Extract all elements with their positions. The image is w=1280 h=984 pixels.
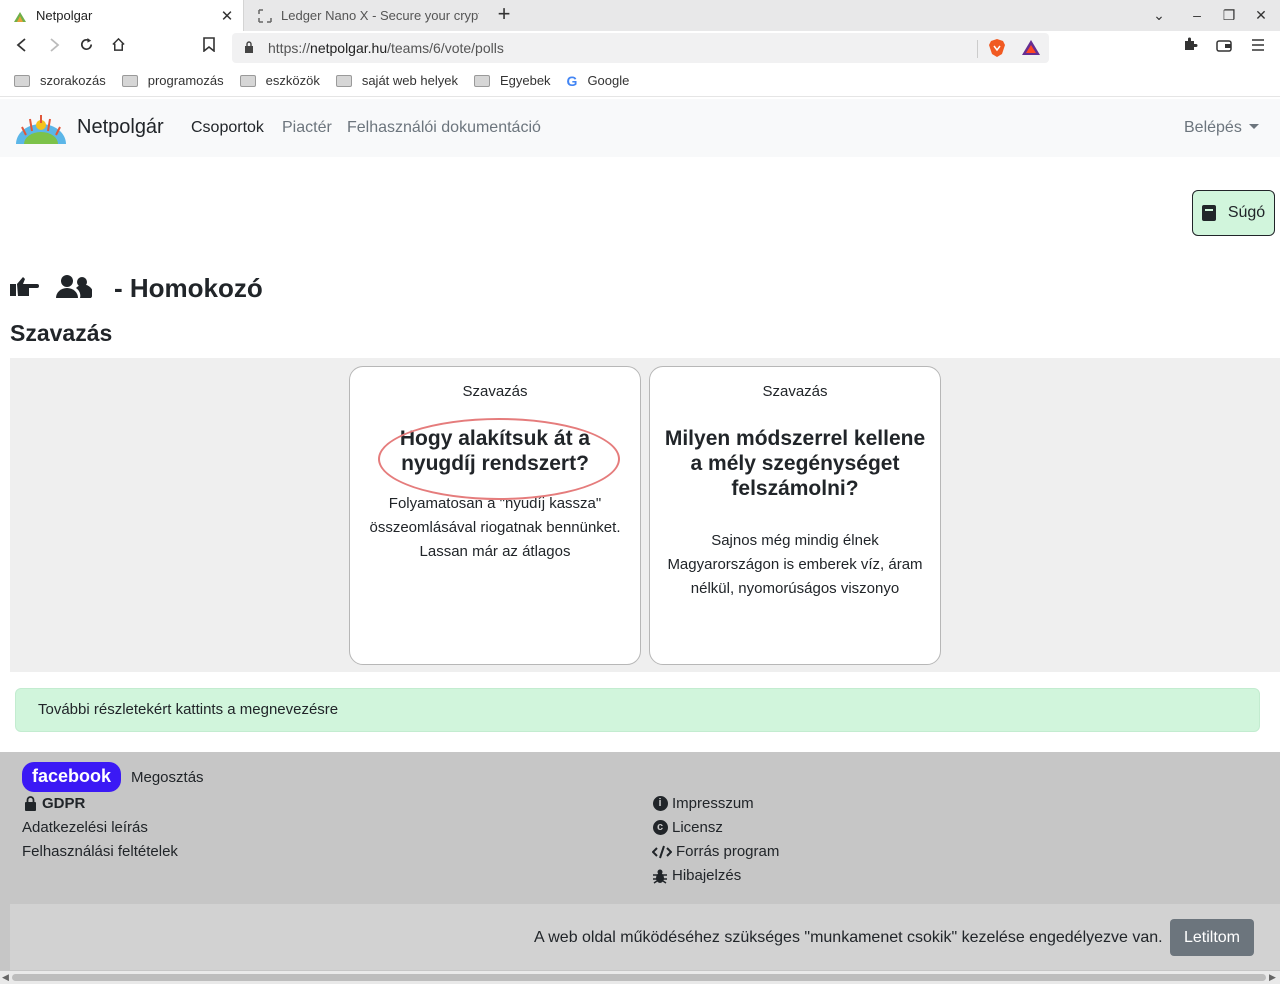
- poll-label: Szavazás: [462, 383, 528, 400]
- menu-icon[interactable]: [1246, 36, 1270, 60]
- info-alert: További részletekért kattints a megnevez…: [15, 688, 1260, 732]
- brave-rewards-icon[interactable]: [1021, 38, 1041, 58]
- cookie-text: A web oldal működéséhez szükséges "munka…: [534, 929, 1163, 946]
- bug-icon: [652, 868, 668, 884]
- poll-description: Sajnos még mindig élnek Magyarországon i…: [667, 532, 923, 597]
- url-text: https://netpolgar.hu/teams/6/vote/polls: [268, 40, 504, 56]
- gdpr-heading: GDPR: [22, 795, 85, 812]
- hand-pointing-icon: [10, 275, 40, 304]
- terms-of-use-link[interactable]: Felhasználási feltételek: [22, 843, 178, 860]
- netpolgar-logo-icon[interactable]: [12, 113, 70, 145]
- tab-title: Netpolgar: [36, 8, 93, 23]
- bookmarks-bar: szorakozás programozás eszközök saját we…: [0, 65, 1280, 97]
- facebook-share-button[interactable]: facebook: [22, 762, 122, 792]
- impressum-link[interactable]: i Impresszum: [652, 795, 754, 812]
- reject-cookies-button[interactable]: Letiltom: [1170, 919, 1254, 956]
- netpolgar-favicon-icon: [12, 8, 28, 24]
- home-icon[interactable]: [106, 36, 130, 60]
- privacy-policy-link[interactable]: Adatkezelési leírás: [22, 819, 148, 836]
- address-separator: [977, 40, 978, 58]
- help-button[interactable]: Súgó: [1192, 190, 1275, 236]
- folder-icon: [121, 74, 138, 87]
- close-tab-icon[interactable]: ✕: [217, 7, 237, 25]
- folder-icon: [335, 74, 352, 87]
- bookmark-folder[interactable]: Egyebek: [473, 73, 551, 88]
- login-label: Belépés: [1184, 119, 1242, 136]
- extensions-icon[interactable]: [1178, 36, 1202, 60]
- help-label: Súgó: [1227, 204, 1266, 221]
- poll-card[interactable]: Szavazás Milyen módszerrel kellene a mél…: [649, 366, 941, 665]
- folder-icon: [473, 74, 490, 87]
- restore-icon[interactable]: ❐: [1213, 0, 1245, 31]
- poll-label: Szavazás: [762, 383, 828, 400]
- horizontal-scrollbar[interactable]: ◀ ▶: [0, 971, 1280, 984]
- polls-container: [10, 358, 1280, 672]
- poll-description: Folyamatosan a "nyudíj kassza" összeomlá…: [369, 495, 621, 560]
- back-icon[interactable]: [10, 36, 34, 60]
- tab-ledger[interactable]: Ledger Nano X - Secure your crypto: [245, 0, 487, 31]
- new-tab-button[interactable]: +: [492, 3, 516, 27]
- folder-icon: [14, 74, 30, 87]
- bug-report-link[interactable]: Hibajelzés: [652, 867, 741, 884]
- share-link[interactable]: Megosztás: [131, 769, 204, 786]
- annotation-highlight-ring: [378, 418, 620, 500]
- bookmark-google[interactable]: G Google: [567, 73, 630, 89]
- tab-list-chevron-icon[interactable]: ⌄: [1143, 0, 1175, 31]
- forward-icon[interactable]: [42, 36, 66, 60]
- nav-link-groups[interactable]: Csoportok: [191, 119, 264, 137]
- brave-shields-icon[interactable]: [987, 38, 1007, 58]
- folder-icon: [239, 74, 256, 87]
- nav-link-user-docs[interactable]: Felhasználói dokumentáció: [347, 119, 541, 137]
- bookmark-folder[interactable]: saját web helyek: [335, 73, 458, 88]
- bookmark-icon[interactable]: [197, 36, 221, 60]
- tab-netpolgar[interactable]: Netpolgar ✕: [0, 0, 244, 31]
- scroll-left-icon[interactable]: ◀: [2, 972, 9, 983]
- info-circle-icon: i: [652, 796, 668, 812]
- source-code-link[interactable]: Forrás program: [652, 843, 779, 860]
- code-icon: [652, 844, 672, 860]
- browser-tab-bar: Netpolgar ✕ Ledger Nano X - Secure your …: [0, 0, 1280, 31]
- users-icon: [56, 274, 93, 305]
- brand-name[interactable]: Netpolgár: [77, 116, 164, 139]
- caret-down-icon: [1248, 124, 1259, 129]
- copyright-icon: c: [652, 820, 668, 836]
- browser-toolbar: https://netpolgar.hu/teams/6/vote/polls: [0, 31, 1280, 65]
- wallet-icon[interactable]: [1212, 36, 1236, 60]
- bookmark-folder[interactable]: eszközök: [239, 73, 320, 88]
- address-bar[interactable]: https://netpolgar.hu/teams/6/vote/polls: [232, 33, 1049, 63]
- reload-icon[interactable]: [74, 36, 98, 60]
- bookmark-folder[interactable]: szorakozás: [14, 73, 106, 88]
- lock-icon: [244, 40, 258, 56]
- login-dropdown[interactable]: Belépés: [1184, 119, 1259, 137]
- tab-title: Ledger Nano X - Secure your crypto: [281, 8, 479, 23]
- bookmark-folder[interactable]: programozás: [121, 73, 224, 88]
- license-link[interactable]: c Licensz: [652, 819, 723, 836]
- page-heading-icons: [10, 274, 93, 305]
- minimize-icon[interactable]: –: [1181, 0, 1213, 31]
- close-window-icon[interactable]: ✕: [1245, 0, 1277, 31]
- ledger-favicon-icon: [257, 8, 273, 24]
- section-title: Szavazás: [10, 320, 113, 346]
- poll-question[interactable]: Milyen módszerrel kellene a mély szegény…: [664, 426, 926, 501]
- nav-link-marketplace[interactable]: Piactér: [282, 119, 332, 137]
- poll-card[interactable]: Szavazás Hogy alakítsuk át a nyugdíj ren…: [349, 366, 641, 665]
- scroll-right-icon[interactable]: ▶: [1269, 972, 1276, 983]
- page-title: - Homokozó: [114, 273, 263, 303]
- google-icon: G: [566, 72, 578, 89]
- scrollbar-thumb[interactable]: [12, 974, 1266, 981]
- lock-icon: [22, 796, 38, 812]
- book-icon: [1201, 205, 1216, 221]
